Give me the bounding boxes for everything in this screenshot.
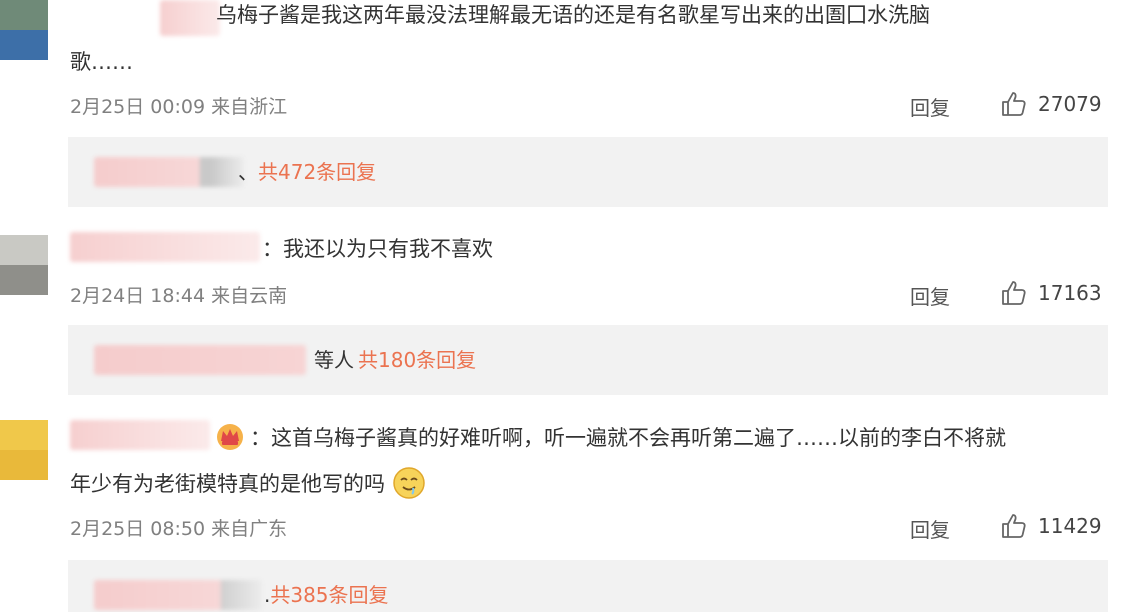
- comment-meta: 2月24日 18:44 来自云南: [70, 281, 287, 308]
- username-blurred[interactable]: [70, 420, 210, 450]
- comment-location: 来自广东: [211, 518, 288, 540]
- comment-text: 乌梅子酱是我这两年最没法理解最无语的还是有名歌星写出来的出圄囗水洗脑: [216, 0, 930, 35]
- like-count: 27079: [1038, 92, 1102, 116]
- sub-reply-summary[interactable]: 、共472条回复: [238, 157, 376, 187]
- like-button[interactable]: 27079: [1000, 90, 1102, 118]
- comment-date: 2月25日 00:09: [70, 96, 206, 118]
- thumbs-up-icon: [1002, 92, 1026, 116]
- sub-reply-users-blurred: [94, 580, 262, 610]
- avatar[interactable]: [0, 0, 48, 60]
- sub-reply-box[interactable]: 等人 共180条回复: [68, 325, 1108, 395]
- comment-meta: 2月25日 00:09 来自浙江: [70, 92, 287, 119]
- crown-badge-icon: [217, 424, 243, 450]
- reply-button[interactable]: 回复: [910, 92, 950, 121]
- comment-text-line: 乌梅子酱是我这两年最没法理解最无语的还是有名歌星写出来的出圄囗水洗脑: [216, 3, 930, 27]
- comment-text: ：我还以为只有我不喜欢: [262, 229, 493, 269]
- sub-reply-total[interactable]: 共180条回复: [358, 348, 476, 372]
- avatar[interactable]: [0, 235, 48, 295]
- comment-text: ：这首乌梅子酱真的好难听啊，听一遍就不会再听第二遍了……以前的李白不将就: [250, 418, 1006, 458]
- thumbs-up-icon: [1002, 514, 1026, 538]
- sub-reply-total[interactable]: 共472条回复: [258, 160, 376, 184]
- comment-date: 2月25日 08:50: [70, 518, 206, 540]
- sub-reply-others: 等人: [314, 348, 354, 372]
- comment-location: 来自浙江: [211, 96, 288, 118]
- like-button[interactable]: 11429: [1000, 512, 1102, 540]
- reply-button[interactable]: 回复: [910, 281, 950, 310]
- reply-button[interactable]: 回复: [910, 514, 950, 543]
- sub-reply-users-blurred: [94, 345, 306, 375]
- comment-text-line: 年少有为老街模特真的是他写的吗: [70, 472, 385, 496]
- avatar[interactable]: [0, 420, 48, 480]
- sub-reply-summary[interactable]: 等人 共180条回复: [314, 345, 476, 375]
- username-blurred[interactable]: [70, 232, 260, 262]
- like-button[interactable]: 17163: [1000, 279, 1102, 307]
- sub-reply-total[interactable]: 共385条回复: [270, 583, 388, 607]
- sub-reply-box[interactable]: 、共472条回复: [68, 137, 1108, 207]
- sub-reply-summary[interactable]: .共385条回复: [264, 580, 389, 610]
- comment-location: 来自云南: [211, 285, 288, 307]
- comment-text-line: 歌……: [70, 50, 133, 74]
- comment-text-continued: 年少有为老街模特真的是他写的吗: [70, 464, 426, 504]
- sub-reply-box[interactable]: .共385条回复: [68, 560, 1108, 612]
- comment-text-line: ：这首乌梅子酱真的好难听啊，听一遍就不会再听第二遍了……以前的李白不将就: [250, 426, 1006, 450]
- comment-date: 2月24日 18:44: [70, 285, 206, 307]
- like-count: 11429: [1038, 514, 1102, 538]
- username-blurred[interactable]: [160, 0, 220, 36]
- drooling-face-emoji: [392, 467, 425, 499]
- comment-text-continued: 歌……: [70, 42, 133, 82]
- comment-meta: 2月25日 08:50 来自广东: [70, 514, 287, 541]
- sub-reply-users-blurred: [94, 157, 244, 187]
- comment-text-line: ：我还以为只有我不喜欢: [262, 237, 493, 261]
- thumbs-up-icon: [1002, 281, 1026, 305]
- like-count: 17163: [1038, 281, 1102, 305]
